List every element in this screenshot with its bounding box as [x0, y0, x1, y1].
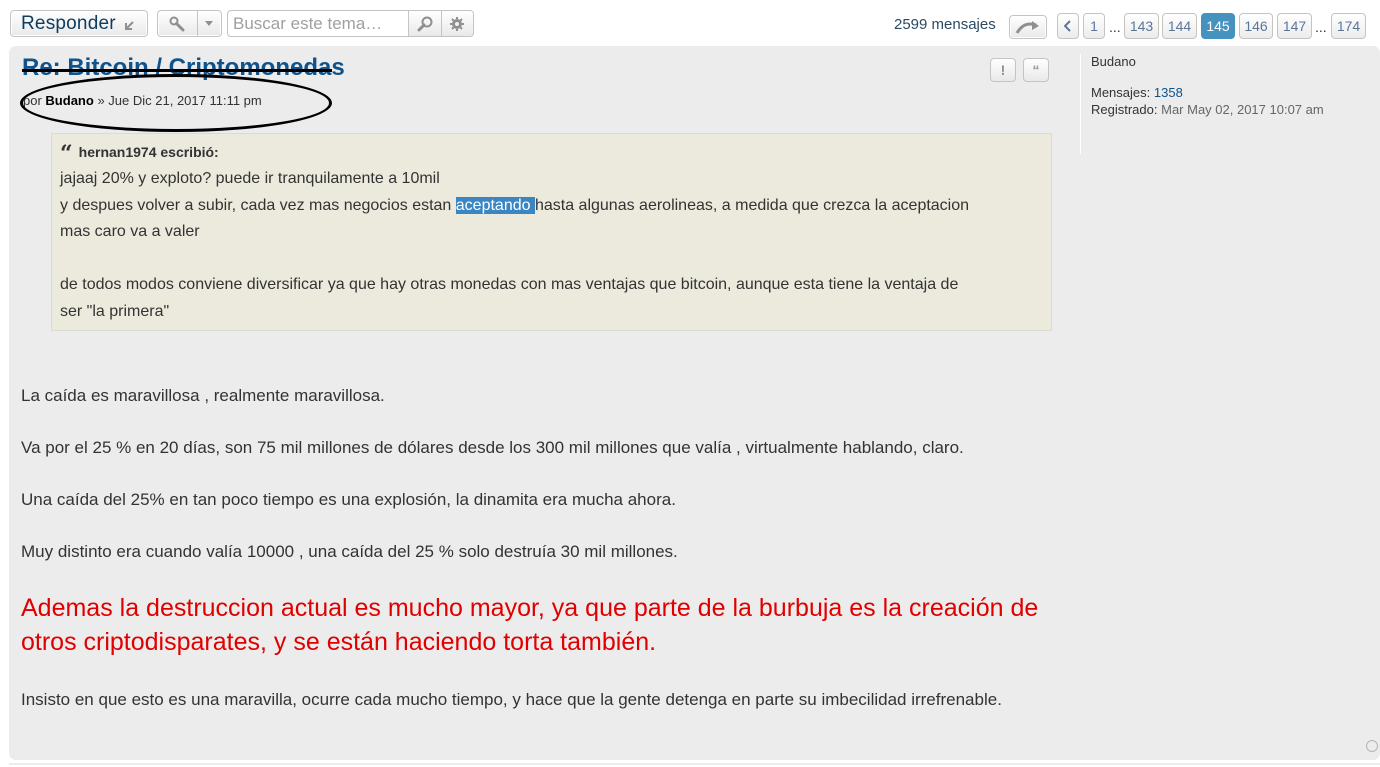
quote-spacer [60, 246, 1043, 273]
post-paragraph: Una caída del 25% en tan poco tiempo es … [21, 490, 676, 509]
scroll-top-icon[interactable] [1366, 740, 1378, 752]
topic-toolbar: Responder 2599 mensajes 1 ... 143 144 [0, 0, 1380, 44]
quote-mark-icon: “ [60, 141, 73, 167]
post-divider [9, 763, 1380, 765]
post-content: La caída es maravillosa , realmente mara… [21, 383, 1061, 739]
post-paragraph: Insisto en que esto es una maravilla, oc… [21, 690, 1002, 709]
wrench-icon [158, 11, 198, 36]
page-link-144[interactable]: 144 [1162, 13, 1197, 39]
post-body: Re: Bitcoin / Criptomonedas ! “ por Buda… [9, 46, 1080, 760]
profile-registered-label: Registrado: [1091, 102, 1158, 117]
page-current-145: 145 [1201, 13, 1235, 39]
quote-author: hernan1974 escribió: [78, 144, 219, 160]
page-link-174[interactable]: 174 [1331, 13, 1366, 39]
quote-block: “ hernan1974 escribió: jajaaj 20% y expl… [51, 133, 1052, 331]
page-link-146[interactable]: 146 [1239, 13, 1273, 39]
post-count: 2599 mensajes [894, 16, 996, 33]
profile-registered: Registrado: Mar May 02, 2017 10:07 am [1091, 101, 1380, 118]
advanced-search-button[interactable] [440, 11, 473, 36]
quote-line: ser "la primera" [60, 302, 170, 320]
page-link-143[interactable]: 143 [1124, 13, 1159, 39]
chevron-left-icon [1064, 20, 1071, 32]
page-ellipsis: ... [1109, 19, 1121, 35]
profile-posts-link[interactable]: 1358 [1154, 85, 1183, 100]
quote-line: de todos modos conviene diversificar ya … [60, 276, 959, 293]
title-strike-annotation [22, 69, 332, 72]
quote-text: hasta algunas aerolineas, a medida que c… [534, 196, 970, 214]
quote-line: y despues volver a subir, cada vez mas n… [60, 193, 1043, 220]
post-author-line: por Budano » Jue Dic 21, 2017 11:11 pm [23, 93, 262, 108]
quote-line: jajaaj 20% y exploto? puede ir tranquila… [60, 170, 440, 187]
quote-text: y despues volver a subir, cada vez mas n… [60, 196, 456, 214]
post-paragraph: Muy distinto era cuando valía 10000 , un… [21, 542, 678, 561]
topic-search [227, 10, 474, 37]
quote-line: mas caro va a valer [60, 223, 200, 240]
author-link[interactable]: Budano [45, 93, 93, 108]
profile-registered-date: Mar May 02, 2017 10:07 am [1161, 102, 1324, 117]
author-prefix: por [23, 93, 42, 108]
caret-down-icon [198, 11, 220, 36]
reply-arrow-icon [122, 17, 136, 31]
quote-cite: “ hernan1974 escribió: [60, 141, 1043, 167]
search-icon [417, 16, 433, 31]
post-emphasis-paragraph: Ademas la destruccion actual es mucho ma… [21, 594, 1039, 656]
jump-arrow-icon [1015, 21, 1039, 34]
jump-to-page-button[interactable] [1009, 15, 1047, 39]
reply-button[interactable]: Responder [10, 10, 148, 37]
post-date: Jue Dic 21, 2017 11:11 pm [108, 93, 262, 108]
profile-username[interactable]: Budano [1091, 54, 1380, 69]
search-input[interactable] [228, 11, 408, 36]
author-profile: Budano Mensajes: 1358 Registrado: Mar Ma… [1080, 54, 1380, 154]
author-separator: » [97, 93, 105, 108]
post: Re: Bitcoin / Criptomonedas ! “ por Buda… [9, 46, 1380, 760]
profile-posts: Mensajes: 1358 [1091, 84, 1380, 101]
quote-button[interactable]: “ [1023, 58, 1049, 82]
search-button[interactable] [408, 11, 441, 36]
selected-text: aceptando [455, 196, 535, 214]
post-paragraph: Va por el 25 % en 20 días, son 75 mil mi… [21, 438, 964, 457]
profile-posts-label: Mensajes: [1091, 85, 1151, 100]
topic-tools-button[interactable] [157, 10, 222, 37]
post-paragraph: La caída es maravillosa , realmente mara… [21, 386, 385, 405]
post-title[interactable]: Re: Bitcoin / Criptomonedas [22, 54, 345, 82]
reply-button-label: Responder [21, 12, 116, 34]
page-link-147[interactable]: 147 [1277, 13, 1312, 39]
page-ellipsis: ... [1315, 19, 1327, 35]
gear-icon [450, 16, 465, 31]
report-button[interactable]: ! [990, 58, 1016, 82]
page-link-1[interactable]: 1 [1083, 13, 1105, 39]
previous-page-button[interactable] [1057, 13, 1079, 39]
